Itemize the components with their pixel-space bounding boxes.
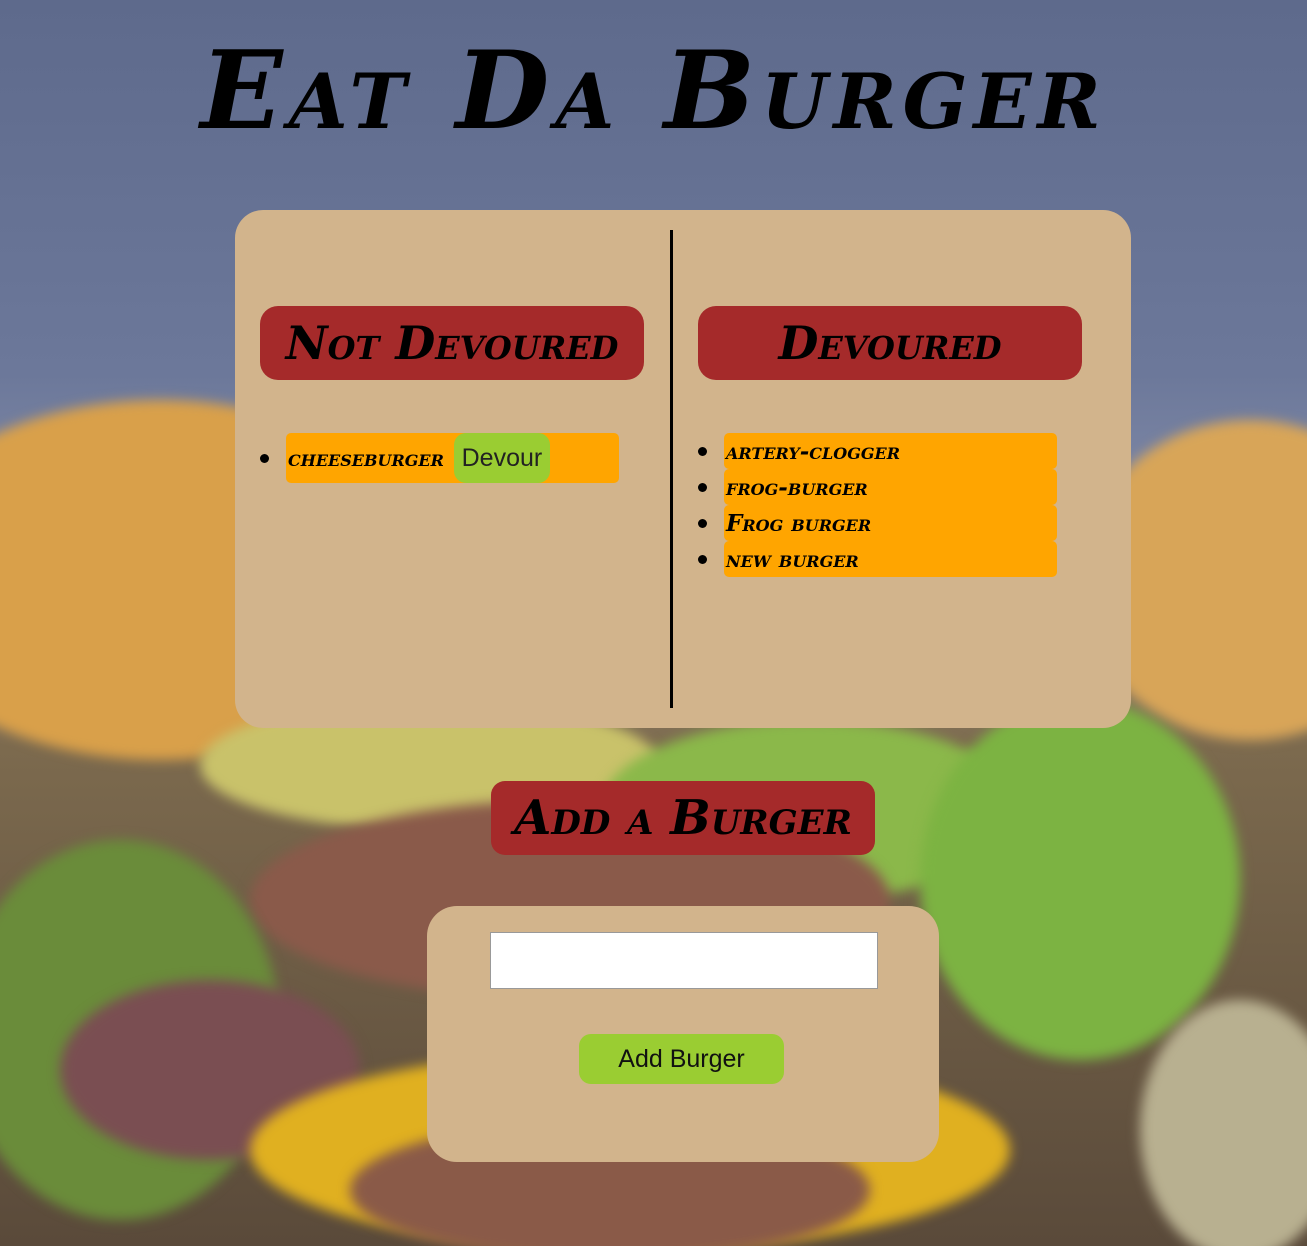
devour-button[interactable]: Devour xyxy=(453,433,550,483)
column-divider xyxy=(670,230,673,708)
burger-name: new burger xyxy=(726,545,859,573)
add-burger-heading: Add a Burger xyxy=(491,781,875,855)
devoured-heading: Devoured xyxy=(698,306,1082,380)
devoured-list: artery-clogger frog-burger Frog burger n… xyxy=(698,433,1057,577)
list-item: artery-clogger xyxy=(698,433,1057,469)
burger-item: artery-clogger xyxy=(724,433,1057,469)
list-item: new burger xyxy=(698,541,1057,577)
burger-name: Frog burger xyxy=(726,509,872,537)
burger-name: cheeseburger xyxy=(288,444,444,472)
burger-item: new burger xyxy=(724,541,1057,577)
burger-item: Frog burger xyxy=(724,505,1057,541)
list-item: Frog burger xyxy=(698,505,1057,541)
burger-item: frog-burger xyxy=(724,469,1057,505)
not-devoured-list: cheeseburger Devour xyxy=(260,433,619,483)
list-item: frog-burger xyxy=(698,469,1057,505)
page-title: Eat Da Burger xyxy=(200,28,1107,154)
add-burger-button[interactable]: Add Burger xyxy=(579,1034,784,1084)
burger-item: cheeseburger Devour xyxy=(286,433,619,483)
add-burger-form: Add Burger xyxy=(427,906,939,1162)
burger-name: frog-burger xyxy=(726,473,868,501)
burger-lists-panel: Not Devoured Devoured cheeseburger Devou… xyxy=(235,210,1131,728)
burger-name-input[interactable] xyxy=(490,932,878,989)
burger-name: artery-clogger xyxy=(726,437,901,465)
list-item: cheeseburger Devour xyxy=(260,433,619,483)
not-devoured-heading: Not Devoured xyxy=(260,306,644,380)
